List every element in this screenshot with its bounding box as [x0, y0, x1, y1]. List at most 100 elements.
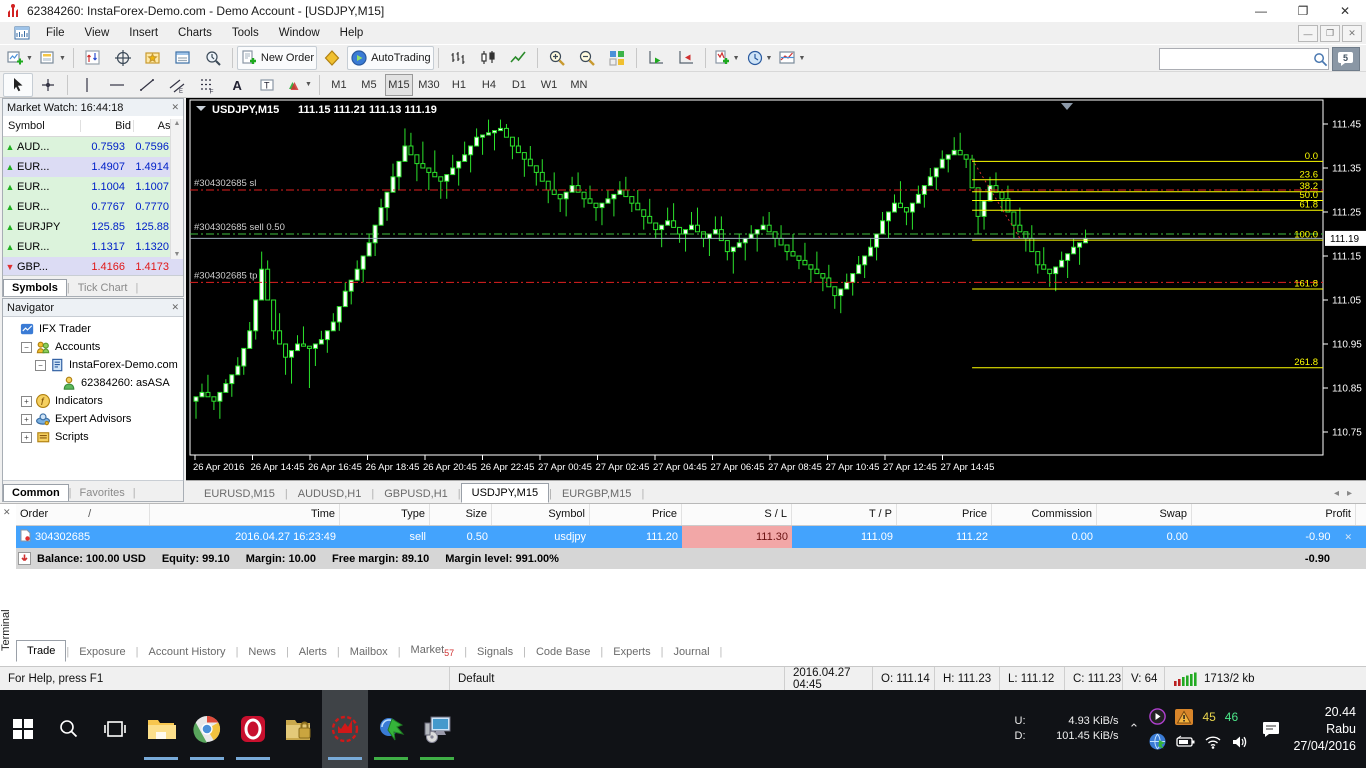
terminal-tab-experts[interactable]: Experts — [603, 642, 660, 662]
market-watch-row[interactable]: ▲ EURJPY 125.85 125.88 — [3, 217, 183, 237]
volume-tray-icon[interactable] — [1231, 735, 1249, 749]
column-bid[interactable]: Bid — [80, 120, 133, 132]
terminal-button[interactable] — [168, 46, 198, 70]
navigator-close-icon[interactable]: ✕ — [171, 302, 179, 313]
menu-tools[interactable]: Tools — [222, 24, 269, 42]
task-view-button[interactable] — [92, 690, 138, 768]
terminal-tab-code-base[interactable]: Code Base — [526, 642, 600, 662]
tool-crosshair-button[interactable] — [33, 73, 63, 97]
datawindow-button[interactable] — [108, 46, 138, 70]
nav-item-indicators[interactable]: + f Indicators — [7, 392, 183, 410]
taskbar-opera[interactable] — [230, 690, 276, 768]
expand-icon[interactable]: + — [21, 395, 32, 407]
mdi-minimize-button[interactable]: — — [1298, 25, 1318, 42]
linechart-button[interactable] — [503, 46, 533, 70]
bars-button[interactable] — [443, 46, 473, 70]
navigator-tab-favorites[interactable]: Favorites — [72, 485, 133, 501]
orders-column-price[interactable]: Price — [590, 504, 682, 525]
nav-item-ifx-trader[interactable]: IFX Trader — [7, 320, 183, 338]
order-row[interactable]: 304302685 2016.04.27 16:23:49 sell 0.50 usdj… — [16, 526, 1366, 548]
taskbar-file-explorer[interactable] — [138, 690, 184, 768]
terminal-tab-mailbox[interactable]: Mailbox — [340, 642, 398, 662]
neworder-button[interactable]: New Order — [236, 46, 318, 70]
mdi-restore-button[interactable]: ❐ — [1320, 25, 1340, 42]
taskbar-idm[interactable] — [368, 690, 414, 768]
chart-tab-audusd-h1[interactable]: AUDUSD,H1 — [288, 485, 372, 503]
window-restore-button[interactable]: ❐ — [1282, 0, 1324, 22]
window-close-button[interactable]: ✕ — [1324, 0, 1366, 22]
chart-tab-eurusd-m15[interactable]: EURUSD,M15 — [194, 485, 285, 503]
tool-shapes-button[interactable]: ▼ — [282, 73, 315, 97]
orders-column-swap[interactable]: Swap — [1097, 504, 1192, 525]
temp-green-badge[interactable]: 46 — [1225, 710, 1238, 724]
orders-column-type[interactable]: Type — [340, 504, 430, 525]
navigator-button[interactable] — [138, 46, 168, 70]
market-watch-row[interactable]: ▲ AUD... 0.7593 0.7596 — [3, 137, 183, 157]
terminal-tab-exposure[interactable]: Exposure — [69, 642, 135, 662]
taskbar-secure-folder[interactable] — [276, 690, 322, 768]
timeframe-m15[interactable]: M15 — [384, 73, 413, 96]
battery-tray-icon[interactable] — [1175, 735, 1195, 749]
terminal-close-icon[interactable]: ✕ — [3, 507, 11, 518]
chart-tab-scroll-arrows[interactable]: ◂▸ — [1334, 488, 1360, 499]
orders-column-size[interactable]: Size — [430, 504, 492, 525]
market-watch-row[interactable]: ▲ EUR... 1.1004 1.1007 — [3, 177, 183, 197]
terminal-tab-signals[interactable]: Signals — [467, 642, 523, 662]
newchart-button[interactable]: ▼ — [3, 46, 36, 70]
close-order-icon[interactable]: ✕ — [1344, 532, 1352, 542]
market-watch-close-icon[interactable]: ✕ — [171, 102, 179, 113]
orders-column-t-p[interactable]: T / P — [792, 504, 897, 525]
tray-expand-chevron-icon[interactable]: ⌃ — [1129, 721, 1140, 737]
menu-help[interactable]: Help — [330, 24, 374, 42]
nav-item-instaforex-demo-com[interactable]: − InstaForex-Demo.com — [7, 356, 183, 374]
nav-item-62384260-asasa[interactable]: 62384260: asASA — [7, 374, 183, 392]
market-watch-row[interactable]: ▲ EUR... 1.1317 1.1320 — [3, 237, 183, 257]
notification-center-icon[interactable] — [1261, 719, 1281, 739]
media-player-tray-icon[interactable] — [1149, 708, 1167, 725]
expand-icon[interactable]: + — [21, 413, 32, 425]
candles-button[interactable] — [473, 46, 503, 70]
tool-channel-button[interactable]: E — [162, 73, 192, 97]
editor-button[interactable] — [317, 46, 347, 70]
menu-insert[interactable]: Insert — [119, 24, 168, 42]
terminal-tab-journal[interactable]: Journal — [663, 642, 719, 662]
timeframe-mn[interactable]: MN — [565, 74, 593, 96]
chart-area[interactable]: #304302685 sl #304302685 sell 0.50 #304302… — [186, 98, 1366, 480]
market-watch-tab-symbols[interactable]: Symbols — [3, 279, 67, 296]
market-watch-row[interactable]: ▲ EUR... 0.7767 0.7770 — [3, 197, 183, 217]
chart-tab-gbpusd-h1[interactable]: GBPUSD,H1 — [374, 485, 458, 503]
periods-button[interactable]: ▼ — [743, 46, 776, 70]
tool-trendline-button[interactable] — [132, 73, 162, 97]
orders-column-time[interactable]: Time — [150, 504, 340, 525]
menu-file[interactable]: File — [36, 24, 75, 42]
orders-column-order[interactable]: Order / — [16, 504, 150, 525]
idm-tray-icon[interactable] — [1149, 733, 1166, 750]
terminal-tab-alerts[interactable]: Alerts — [289, 642, 337, 662]
orders-column-symbol[interactable]: Symbol — [492, 504, 590, 525]
nav-item-scripts[interactable]: + Scripts — [7, 428, 183, 446]
search-input[interactable] — [1160, 50, 1313, 68]
collapse-icon[interactable]: − — [21, 341, 32, 353]
menu-view[interactable]: View — [75, 24, 120, 42]
window-minimize-button[interactable]: — — [1240, 0, 1282, 22]
autoscroll-button[interactable] — [641, 46, 671, 70]
status-profile[interactable]: Default — [450, 667, 785, 691]
taskbar-chrome[interactable] — [184, 690, 230, 768]
market-watch-row[interactable]: ▲ EUR... 1.4907 1.4914 — [3, 157, 183, 177]
timeframe-h1[interactable]: H1 — [445, 74, 473, 96]
column-symbol[interactable]: Symbol — [3, 120, 80, 132]
timeframe-d1[interactable]: D1 — [505, 74, 533, 96]
menu-charts[interactable]: Charts — [168, 24, 222, 42]
zoomin-button[interactable] — [542, 46, 572, 70]
chart-tab-usdjpy-m15[interactable]: USDJPY,M15 — [460, 483, 550, 503]
market-watch-scrollbar[interactable]: ▲ ▼ — [170, 119, 183, 259]
orders-column-commission[interactable]: Commission — [992, 504, 1097, 525]
navigator-tab-common[interactable]: Common — [3, 484, 69, 501]
terminal-tab-news[interactable]: News — [238, 642, 286, 662]
tile-button[interactable] — [602, 46, 632, 70]
mdi-close-button[interactable]: ✕ — [1342, 25, 1362, 42]
profiles-button[interactable]: ▼ — [36, 46, 69, 70]
menu-window[interactable]: Window — [269, 24, 330, 42]
start-button[interactable] — [0, 690, 46, 768]
terminal-tab-account-history[interactable]: Account History — [139, 642, 236, 662]
